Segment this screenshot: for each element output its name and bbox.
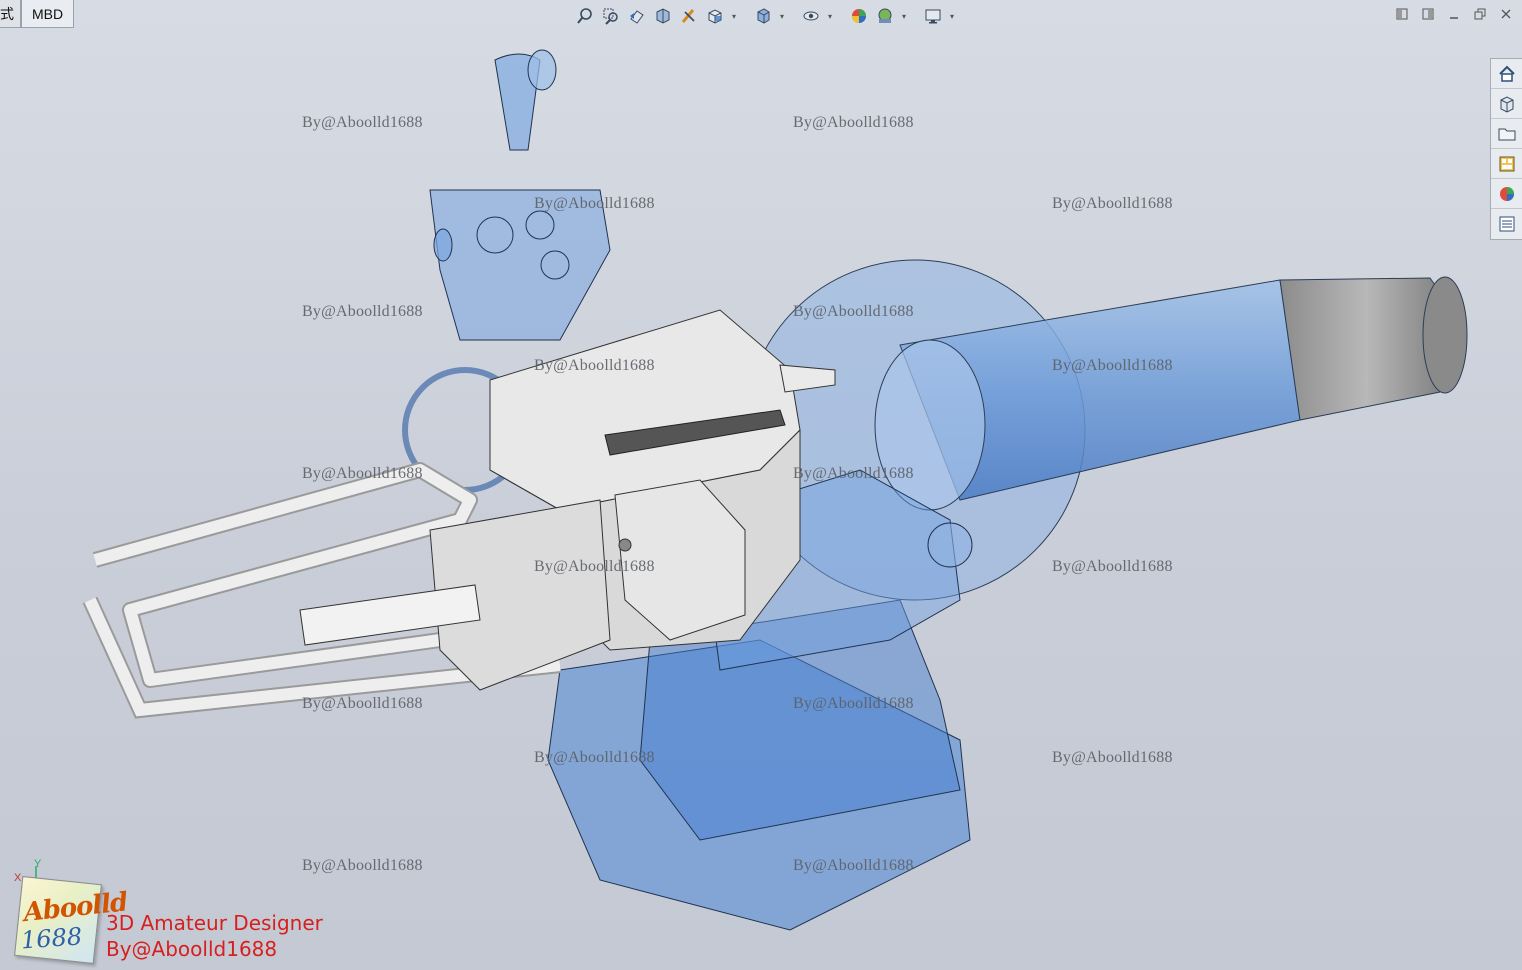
display-style-dropdown-icon[interactable]: ▾ — [778, 12, 786, 21]
credit-line2: By@Aboolld1688 — [106, 937, 278, 961]
watermark-text: By@Aboolld1688 — [302, 695, 423, 712]
brand-logo: Aboolld 1688 — [14, 876, 129, 964]
watermark-text: By@Aboolld1688 — [793, 695, 914, 712]
cad-model-viewport[interactable] — [0, 0, 1522, 970]
logo-text-line2: 1688 — [20, 922, 84, 955]
window-controls — [1394, 6, 1514, 22]
section-view-icon[interactable] — [652, 5, 674, 27]
hide-show-icon[interactable] — [800, 5, 822, 27]
watermark-text: By@Aboolld1688 — [302, 303, 423, 320]
task-pane — [1490, 58, 1522, 240]
watermark-text: By@Aboolld1688 — [302, 465, 423, 482]
credit-line1: 3D Amateur Designer — [106, 911, 323, 935]
triad-y-label: Y — [34, 858, 42, 870]
triad-x-label: X — [14, 872, 22, 884]
home-icon[interactable] — [1491, 59, 1522, 89]
tab-partial[interactable]: 式 — [0, 0, 21, 28]
apply-scene-icon[interactable] — [874, 5, 896, 27]
tab-strip: 式 MBD — [0, 0, 75, 28]
edit-appearance-icon[interactable] — [848, 5, 870, 27]
zoom-to-area-icon[interactable] — [600, 5, 622, 27]
watermark-text: By@Aboolld1688 — [793, 465, 914, 482]
view-settings-dropdown-icon[interactable]: ▾ — [948, 12, 956, 21]
zoom-to-fit-icon[interactable] — [574, 5, 596, 27]
restore-icon[interactable] — [1472, 6, 1488, 22]
watermark-text: By@Aboolld1688 — [1052, 195, 1173, 212]
appearances-icon[interactable] — [1491, 179, 1522, 209]
tab-mbd-label: MBD — [32, 5, 64, 22]
watermark-text: By@Aboolld1688 — [534, 357, 655, 374]
watermark-text: By@Aboolld1688 — [793, 303, 914, 320]
tile-left-icon[interactable] — [1394, 6, 1410, 22]
watermark-text: By@Aboolld1688 — [1052, 558, 1173, 575]
display-style-icon[interactable] — [752, 5, 774, 27]
custom-properties-icon[interactable] — [1491, 209, 1522, 239]
watermark-text: By@Aboolld1688 — [302, 857, 423, 874]
view-settings-icon[interactable] — [922, 5, 944, 27]
tab-mbd[interactable]: MBD — [21, 0, 75, 28]
designer-credit: 3D Amateur Designer By@Aboolld1688 — [106, 910, 323, 962]
file-explorer-icon[interactable] — [1491, 119, 1522, 149]
hide-show-dropdown-icon[interactable]: ▾ — [826, 12, 834, 21]
watermark-text: By@Aboolld1688 — [793, 857, 914, 874]
watermark-text: By@Aboolld1688 — [534, 558, 655, 575]
view-orientation-icon[interactable] — [704, 5, 726, 27]
watermark-text: By@Aboolld1688 — [302, 114, 423, 131]
tile-right-icon[interactable] — [1420, 6, 1436, 22]
parts-library-icon[interactable] — [1491, 89, 1522, 119]
watermark-text: By@Aboolld1688 — [1052, 357, 1173, 374]
previous-view-icon[interactable] — [626, 5, 648, 27]
heads-up-view-toolbar: ▾ ▾ ▾ ▾ ▾ — [574, 4, 956, 28]
view-palette-icon[interactable] — [1491, 149, 1522, 179]
watermark-text: By@Aboolld1688 — [534, 749, 655, 766]
watermark-text: By@Aboolld1688 — [1052, 749, 1173, 766]
apply-scene-dropdown-icon[interactable]: ▾ — [900, 12, 908, 21]
minimize-icon[interactable] — [1446, 6, 1462, 22]
watermark-text: By@Aboolld1688 — [793, 114, 914, 131]
close-icon[interactable] — [1498, 6, 1514, 22]
view-orientation-dropdown-icon[interactable]: ▾ — [730, 12, 738, 21]
watermark-text: By@Aboolld1688 — [534, 195, 655, 212]
tab-partial-label: 式 — [0, 5, 14, 22]
dynamic-annotation-icon[interactable] — [678, 5, 700, 27]
